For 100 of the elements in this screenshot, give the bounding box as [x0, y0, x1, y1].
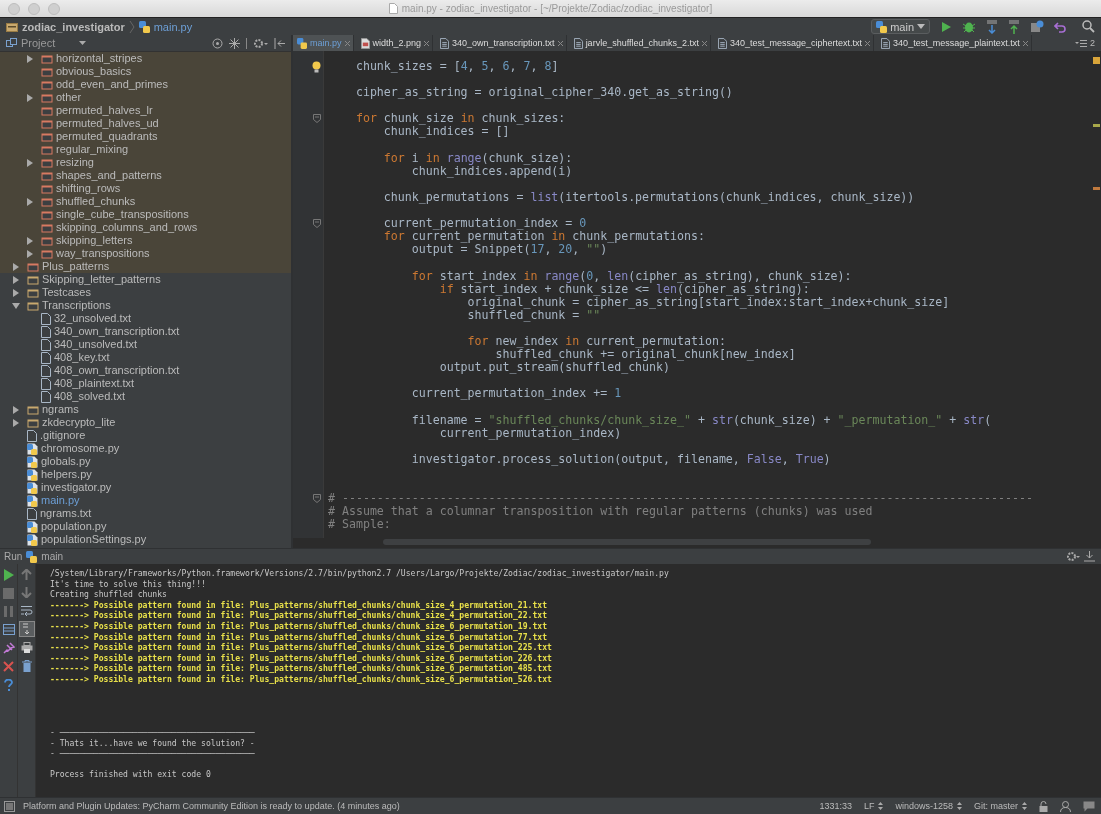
breadcrumb-item[interactable]: main.py [153, 20, 193, 33]
lightbulb-icon[interactable] [312, 60, 321, 73]
tree-item[interactable]: 32_unsolved.txt [54, 312, 132, 325]
encoding-selector[interactable]: windows-1258 [895, 801, 953, 811]
hidden-tabs-count: 2 [1090, 38, 1095, 48]
up-down-icon [1022, 802, 1027, 810]
fold-marker-icon[interactable] [313, 114, 321, 124]
tree-item[interactable]: Testcases [42, 286, 91, 299]
down-arrow-icon[interactable] [21, 587, 32, 598]
fold-marker-icon[interactable] [313, 494, 321, 504]
tree-item[interactable]: Transcriptions [42, 299, 111, 312]
trash-icon[interactable] [21, 660, 32, 672]
expanded-arrow-icon[interactable] [12, 301, 20, 310]
tree-item[interactable]: 340_unsolved.txt [54, 338, 138, 351]
tree-item[interactable]: populationSettings.py [41, 533, 147, 546]
editor-tab[interactable]: 340_test_message_ciphertext.txt [714, 35, 875, 51]
collapsed-arrow-icon[interactable] [26, 54, 34, 63]
scroll-to-end-icon[interactable] [18, 621, 35, 637]
tree-item[interactable]: .gitignore [40, 429, 86, 442]
pin-icon[interactable] [2, 642, 15, 654]
revert-icon[interactable] [1054, 20, 1066, 33]
python-file-icon [27, 442, 38, 455]
close-tab-icon[interactable] [1022, 40, 1028, 46]
layout-icon[interactable] [2, 624, 15, 635]
close-tab-icon[interactable] [344, 40, 350, 46]
collapsed-arrow-icon[interactable] [26, 249, 34, 258]
tree-item[interactable]: 408_plaintext.txt [54, 377, 135, 390]
collapsed-arrow-icon[interactable] [12, 262, 20, 271]
editor-tab[interactable]: main.py [293, 35, 354, 51]
tree-item[interactable]: 340_own_transcription.txt [54, 325, 180, 338]
status-message[interactable]: Platform and Plugin Updates: PyCharm Community Edition is ready to update. (4 minutes ago) [23, 801, 400, 811]
tree-item[interactable]: ngrams [42, 403, 79, 416]
breadcrumb-item[interactable]: zodiac_investigator [22, 20, 125, 33]
collapse-all-icon[interactable] [229, 37, 240, 49]
tree-item[interactable]: chromosome.py [41, 442, 120, 455]
search-icon[interactable] [1082, 20, 1095, 33]
hide-panel-icon[interactable] [1084, 551, 1095, 562]
tab-list-icon[interactable] [1075, 38, 1087, 48]
editor-tab[interactable]: width_2.png [356, 35, 434, 51]
settings-icon[interactable] [1066, 551, 1080, 562]
tree-item[interactable]: 408_solved.txt [54, 390, 125, 403]
chat-icon[interactable] [1083, 800, 1095, 812]
close-tab-icon[interactable] [702, 40, 708, 46]
soft-wrap-icon[interactable] [20, 605, 33, 616]
person-icon[interactable] [1060, 800, 1071, 812]
vcs-update-icon[interactable] [986, 19, 998, 34]
tree-item[interactable]: investigator.py [41, 481, 112, 494]
tree-item[interactable]: population.py [41, 520, 107, 533]
change-stripe-marker[interactable] [1092, 187, 1100, 190]
collapsed-arrow-icon[interactable] [12, 418, 20, 427]
tree-item[interactable]: Skipping_letter_patterns [42, 273, 161, 286]
hide-panel-icon[interactable] [274, 37, 285, 49]
folder-icon [41, 53, 53, 64]
run-icon[interactable] [940, 20, 952, 33]
tree-item[interactable]: other [56, 91, 82, 104]
run-configuration-dropdown[interactable]: main [871, 19, 930, 34]
print-icon[interactable] [20, 642, 33, 653]
up-arrow-icon[interactable] [21, 569, 32, 580]
close-tab-icon[interactable] [557, 40, 563, 46]
collapsed-arrow-icon[interactable] [12, 405, 20, 414]
tree-item[interactable]: main.py [41, 494, 80, 507]
editor-tab[interactable]: 340_own_transcription.txt [436, 35, 567, 51]
vcs-branch-selector[interactable]: Git: master [974, 801, 1018, 811]
help-icon[interactable] [4, 679, 13, 691]
folder-icon [27, 261, 39, 272]
tree-item[interactable]: 408_key.txt [54, 351, 110, 364]
close-tab-icon[interactable] [865, 40, 871, 46]
tree-item[interactable]: helpers.py [41, 468, 92, 481]
settings-icon[interactable] [253, 37, 268, 49]
collapsed-arrow-icon[interactable] [26, 197, 34, 206]
locate-icon[interactable] [212, 37, 223, 49]
cursor-position[interactable]: 1331:33 [819, 801, 852, 811]
collapsed-arrow-icon[interactable] [12, 275, 20, 284]
collapsed-arrow-icon[interactable] [26, 236, 34, 245]
code-line: output.put_stream(shuffled_chunk) [438, 361, 671, 375]
close-tab-icon[interactable] [424, 40, 430, 46]
bug-icon[interactable] [962, 20, 976, 33]
folder-icon [6, 21, 18, 32]
collapsed-arrow-icon[interactable] [26, 93, 34, 102]
console-line: -------> Possible pattern found in file: Plus_patterns/shuffled_chunks/chunk_size_6_permutation_77.txt [50, 631, 548, 643]
rerun-icon[interactable] [3, 569, 14, 581]
editor-tab[interactable]: jarvle_shuffled_chunks_2.txt [569, 35, 712, 51]
editor-tab[interactable]: 340_test_message_plaintext.txt [877, 35, 1032, 51]
tree-item[interactable]: ngrams.txt [40, 507, 92, 520]
tool-windows-icon[interactable] [4, 800, 15, 812]
run-tab[interactable]: main [41, 551, 64, 562]
warning-stripe-marker[interactable] [1092, 57, 1100, 64]
tree-item[interactable]: globals.py [41, 455, 91, 468]
vcs-commit-icon[interactable] [1008, 19, 1020, 34]
tree-item[interactable]: resizing [56, 156, 94, 169]
project-view-dropdown[interactable]: Project [6, 37, 87, 49]
close-icon[interactable] [3, 661, 14, 672]
fold-marker-icon[interactable] [313, 219, 321, 229]
change-stripe-marker[interactable] [1092, 124, 1100, 127]
tree-item[interactable]: zkdecrypto_lite [42, 416, 116, 429]
tree-item[interactable]: 408_own_transcription.txt [54, 364, 180, 377]
collapsed-arrow-icon[interactable] [26, 158, 34, 167]
collapsed-arrow-icon[interactable] [12, 288, 20, 297]
line-separator-selector[interactable]: LF [863, 801, 875, 811]
lock-icon[interactable] [1039, 800, 1048, 812]
